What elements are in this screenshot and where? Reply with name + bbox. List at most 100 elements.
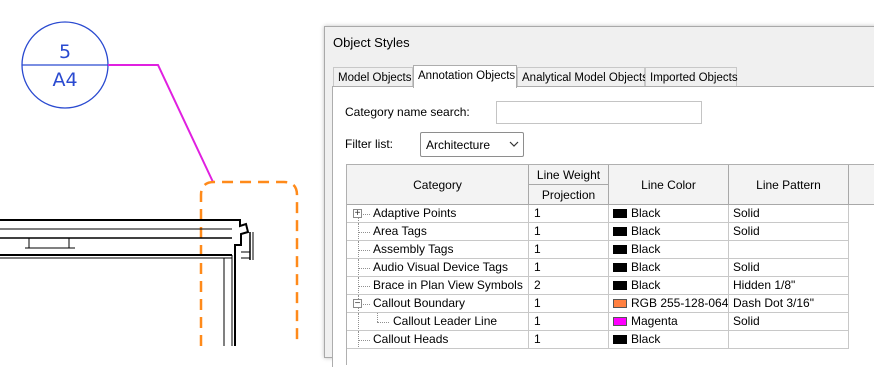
line-color-name: Magenta (631, 314, 678, 328)
tree-guide (358, 286, 370, 287)
line-color-name: Black (631, 260, 661, 274)
table-row[interactable]: Callout Heads 1 Black (347, 331, 874, 349)
table-row[interactable]: Callout Leader Line 1 Magenta Solid (347, 313, 874, 331)
projection-weight-cell[interactable]: 1 (529, 223, 609, 241)
row-filler (849, 331, 874, 349)
color-swatch (613, 209, 627, 218)
table-row[interactable]: + Adaptive Points 1 Black Solid (347, 205, 874, 223)
header-line-pattern[interactable]: Line Pattern (729, 165, 849, 205)
tree-guide (358, 250, 370, 251)
row-filler (849, 277, 874, 295)
category-cell[interactable]: + Adaptive Points (347, 205, 529, 223)
line-pattern-cell[interactable]: Solid (729, 259, 849, 277)
tree-guide (358, 340, 370, 341)
wall-linework (0, 219, 254, 346)
category-name: Callout Boundary (373, 296, 466, 310)
line-color-cell[interactable]: Black (609, 277, 729, 295)
tab-annotation-objects[interactable]: Annotation Objects (413, 65, 517, 88)
row-filler (849, 259, 874, 277)
category-name: Area Tags (373, 224, 427, 238)
category-cell[interactable]: Callout Heads (347, 331, 529, 349)
category-cell[interactable]: Assembly Tags (347, 241, 529, 259)
tab-imported-objects[interactable]: Imported Objects (645, 67, 738, 87)
line-pattern-cell[interactable]: Dash Dot 3/16" (729, 295, 849, 313)
table-row[interactable]: Area Tags 1 Black Solid (347, 223, 874, 241)
header-projection[interactable]: Projection (529, 185, 609, 205)
line-pattern-cell[interactable]: Solid (729, 223, 849, 241)
tree-guide (377, 313, 378, 322)
expand-icon[interactable]: + (353, 209, 362, 219)
collapse-icon[interactable]: − (353, 299, 362, 309)
header-line-weight: Line Weight (529, 165, 609, 185)
line-color-cell[interactable]: RGB 255-128-064 (609, 295, 729, 313)
row-filler (849, 313, 874, 331)
projection-weight-cell[interactable]: 1 (529, 241, 609, 259)
category-name: Brace in Plan View Symbols (373, 278, 523, 292)
callout-leader-line[interactable] (108, 64, 214, 183)
line-color-cell[interactable]: Black (609, 241, 729, 259)
header-category[interactable]: Category (347, 165, 529, 205)
line-color-cell[interactable]: Black (609, 331, 729, 349)
line-color-cell[interactable]: Black (609, 223, 729, 241)
table-row[interactable]: Brace in Plan View Symbols 2 Black Hidden 1… (347, 277, 874, 295)
projection-weight-cell[interactable]: 1 (529, 205, 609, 223)
category-search-label: Category name search: (345, 105, 470, 119)
projection-weight-cell[interactable]: 1 (529, 313, 609, 331)
line-pattern-cell[interactable]: Solid (729, 313, 849, 331)
callout-sheet-number: A4 (52, 69, 77, 91)
line-color-name: Black (631, 278, 661, 292)
line-color-name: Black (631, 332, 661, 346)
line-pattern-cell[interactable] (729, 331, 849, 349)
object-styles-dialog: Object Styles Model Objects Annotation O… (324, 26, 874, 367)
table-row[interactable]: Assembly Tags 1 Black (347, 241, 874, 259)
chevron-down-icon (509, 141, 519, 147)
projection-weight-cell[interactable]: 1 (529, 259, 609, 277)
callout-boundary[interactable] (199, 180, 299, 346)
row-filler (849, 295, 874, 313)
line-color-cell[interactable]: Magenta (609, 313, 729, 331)
dialog-title: Object Styles (333, 35, 410, 50)
projection-weight-cell[interactable]: 1 (529, 295, 609, 313)
category-name: Callout Leader Line (393, 314, 498, 328)
table-row[interactable]: Audio Visual Device Tags 1 Black Solid (347, 259, 874, 277)
line-color-name: Black (631, 224, 661, 238)
tab-model-objects[interactable]: Model Objects (333, 67, 413, 87)
category-cell[interactable]: Brace in Plan View Symbols (347, 277, 529, 295)
line-color-name: Black (631, 206, 661, 220)
color-swatch (613, 317, 627, 326)
category-cell[interactable]: Area Tags (347, 223, 529, 241)
table-row[interactable]: − Callout Boundary 1 RGB 255-128-064 Dash Do… (347, 295, 874, 313)
line-pattern-cell[interactable]: Solid (729, 205, 849, 223)
projection-weight-cell[interactable]: 1 (529, 331, 609, 349)
callout-number: 5 (59, 41, 71, 63)
tree-guide (358, 313, 359, 330)
color-swatch (613, 227, 627, 236)
category-name: Audio Visual Device Tags (373, 260, 508, 274)
line-pattern-cell[interactable] (729, 241, 849, 259)
tab-analytical-model-objects[interactable]: Analytical Model Objects (517, 67, 648, 87)
filter-list-label: Filter list: (345, 137, 393, 151)
color-swatch (613, 299, 627, 308)
line-pattern-cell[interactable]: Hidden 1/8" (729, 277, 849, 295)
line-color-name: Black (631, 242, 661, 256)
tree-guide (358, 232, 370, 233)
category-cell[interactable]: Callout Leader Line (347, 313, 529, 331)
row-filler (849, 223, 874, 241)
color-swatch (613, 335, 627, 344)
projection-weight-cell[interactable]: 2 (529, 277, 609, 295)
category-cell[interactable]: − Callout Boundary (347, 295, 529, 313)
category-name: Assembly Tags (373, 242, 454, 256)
filter-list-dropdown[interactable]: Architecture (420, 132, 524, 157)
row-filler (849, 241, 874, 259)
row-filler (849, 205, 874, 223)
category-search-input[interactable] (496, 101, 702, 124)
line-color-cell[interactable]: Black (609, 259, 729, 277)
line-color-cell[interactable]: Black (609, 205, 729, 223)
line-color-name: RGB 255-128-064 (631, 296, 729, 310)
header-line-color[interactable]: Line Color (609, 165, 729, 205)
color-swatch (613, 263, 627, 272)
tree-guide (377, 322, 389, 323)
category-cell[interactable]: Audio Visual Device Tags (347, 259, 529, 277)
filter-list-value: Architecture (426, 138, 491, 152)
color-swatch (613, 245, 627, 254)
